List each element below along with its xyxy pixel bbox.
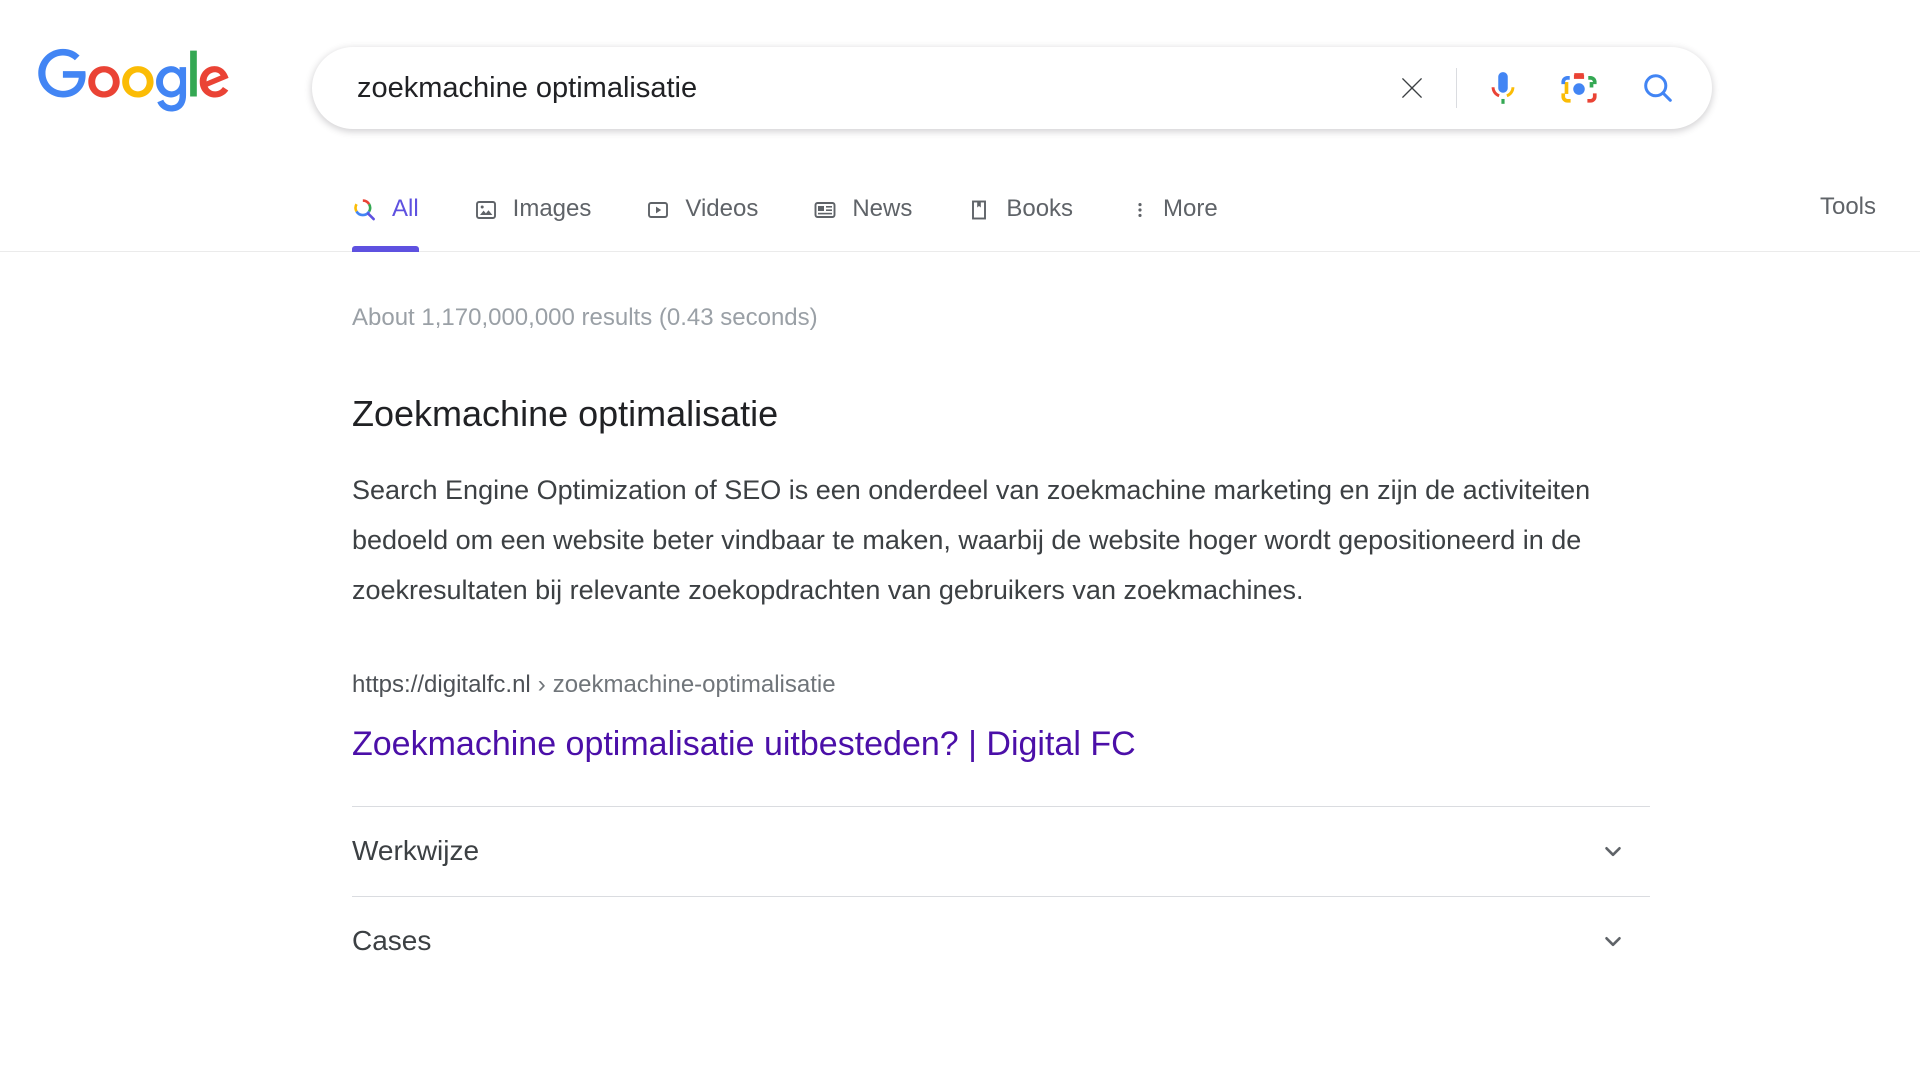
tab-all[interactable]: All [352,168,419,252]
tab-books-label: Books [1006,194,1074,222]
tab-all-label: All [392,194,419,222]
tab-more[interactable]: More [1127,168,1218,251]
google-magnifier-icon [352,197,378,223]
tools-button[interactable]: Tools [1816,185,1880,229]
search-bar[interactable] [312,47,1712,129]
result-url-separator: › [537,671,546,698]
tab-more-label: More [1163,194,1218,222]
tab-videos-label: Videos [685,194,759,222]
tab-videos[interactable]: Videos [645,168,758,251]
nav-tab-list: All Images Videos News Books More [352,168,1218,252]
search-divider [1456,68,1457,108]
voice-search-button[interactable] [1479,64,1527,112]
microphone-icon [1491,72,1515,104]
news-icon [812,197,838,223]
tab-news[interactable]: News [812,168,912,251]
clear-search-button[interactable] [1386,62,1438,114]
result-stats: About 1,170,000,000 results (0.43 second… [352,304,818,331]
search-icon [1644,74,1672,102]
tab-images-label: Images [512,194,592,222]
tab-images[interactable]: Images [473,168,592,251]
result-url[interactable]: https://digitalfc.nl › zoekmachine-optimal… [352,668,1920,702]
search-submit-button[interactable] [1635,65,1681,111]
tab-news-label: News [852,194,913,222]
active-tab-underline [352,246,419,252]
video-icon [645,197,671,223]
chevron-down-icon[interactable] [1598,926,1628,956]
chevron-down-icon[interactable] [1598,836,1628,866]
result-title-link[interactable]: Zoekmachine optimalisatie uitbesteden? |… [352,722,1136,766]
image-icon [473,197,499,223]
search-input[interactable] [313,62,1386,114]
book-icon [966,197,992,223]
result-url-path: zoekmachine-optimalisatie [552,671,836,698]
more-vert-icon [1127,197,1153,223]
search-type-nav: All Images Videos News Books More Tools [0,168,1920,252]
search-bar-actions [1386,48,1711,128]
accordion-werkwijze[interactable]: Werkwijze [352,805,1650,896]
google-lens-button[interactable] [1555,64,1603,112]
result-url-domain: https://digitalfc.nl [352,671,531,698]
accordion-list: Werkwijze Cases [352,805,1650,986]
accordion-cases-label: Cases [352,925,432,957]
tab-books[interactable]: Books [966,168,1073,251]
google-logo[interactable] [38,48,230,114]
accordion-cases[interactable]: Cases [352,895,1650,986]
answer-title: Zoekmachine optimalisatie [352,393,779,435]
close-icon [1401,77,1423,99]
page-header [0,0,1920,168]
search-results: About 1,170,000,000 results (0.43 second… [0,302,1920,986]
accordion-werkwijze-label: Werkwijze [352,835,480,867]
answer-body: Search Engine Optimization of SEO is een… [352,475,1591,606]
camera-lens-icon [1561,73,1597,103]
